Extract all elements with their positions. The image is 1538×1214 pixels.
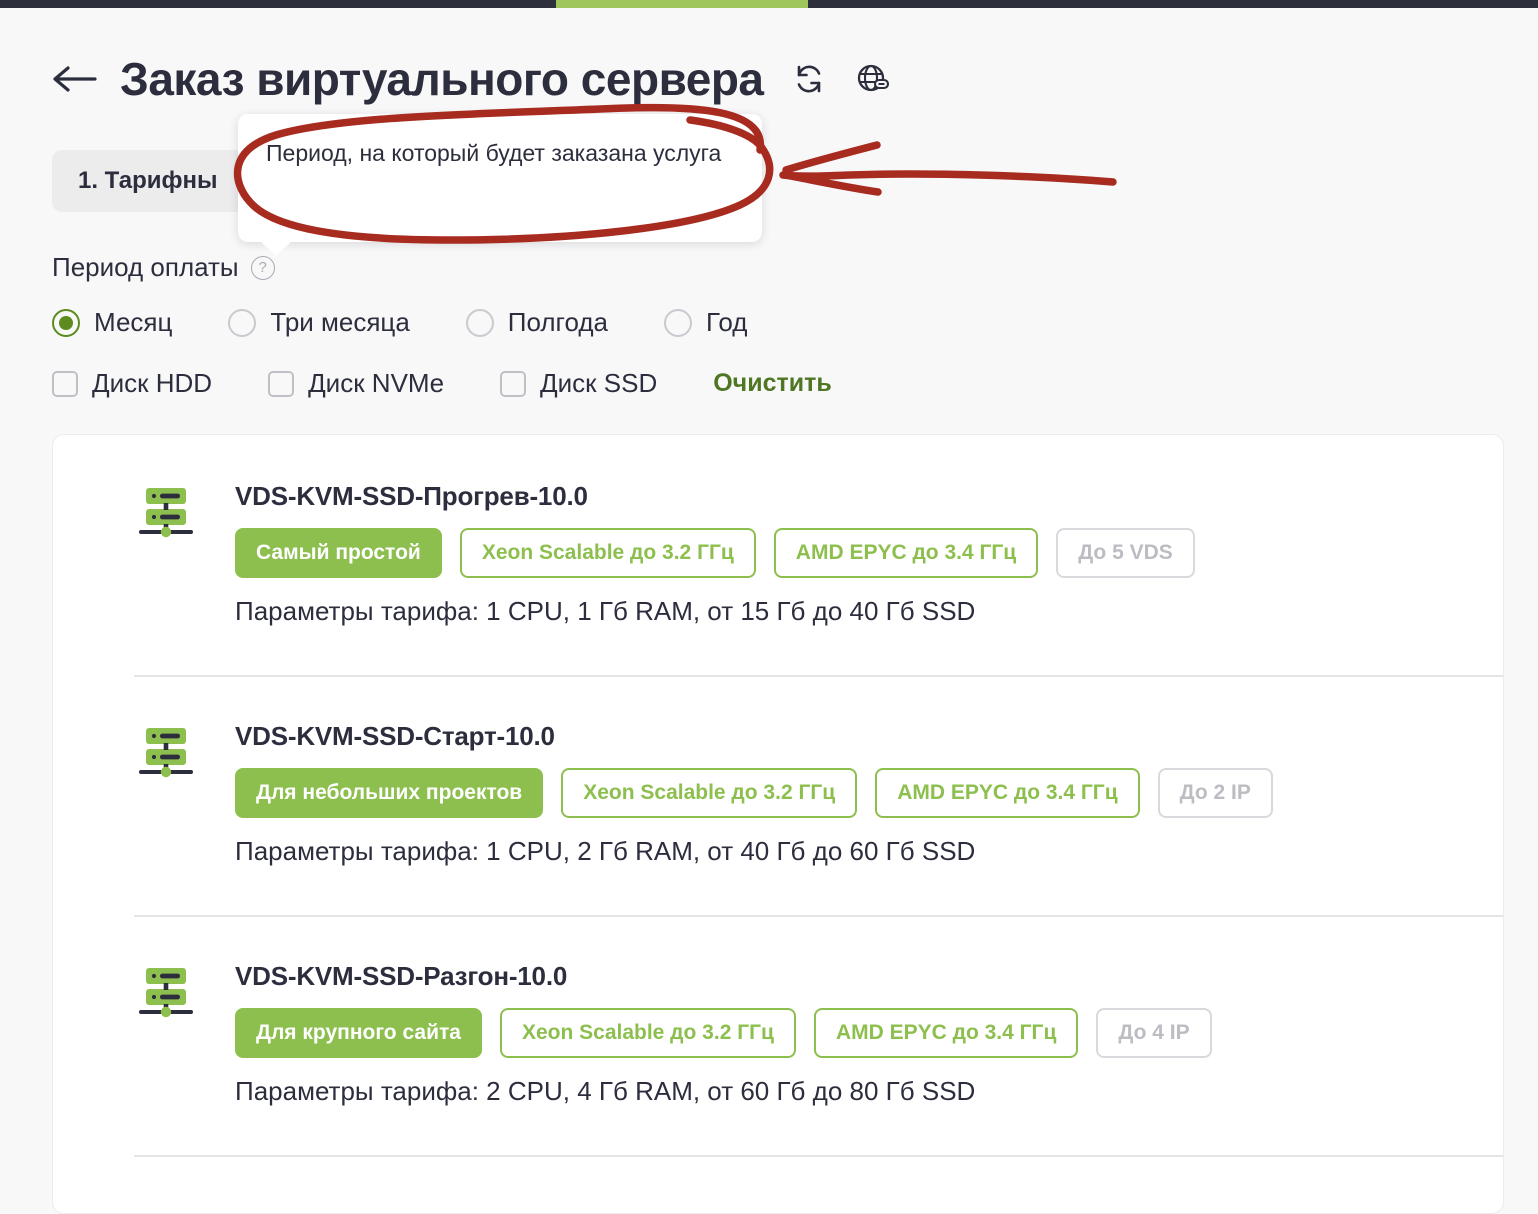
- server-icon: [139, 488, 193, 538]
- annotation-arrow-barb-lower: [781, 171, 882, 196]
- globe-link-icon[interactable]: [854, 60, 892, 98]
- checkbox-icon: [500, 370, 527, 397]
- annotation-arrow-barb-upper: [782, 141, 881, 174]
- tariff-params: Параметры тарифа: 2 CPU, 4 Гб RAM, от 60…: [235, 1076, 976, 1106]
- radio-label: Год: [705, 307, 748, 337]
- filters-section: Период оплаты ? Месяц Три месяца Полгода…: [52, 252, 1472, 399]
- page-header: Заказ виртуального сервера: [50, 52, 892, 106]
- tariff-params: Параметры тарифа: 1 CPU, 1 Гб RAM, от 15…: [235, 596, 976, 626]
- tariff-body: VDS-KVM-SSD-Старт-10.0 Для небольших про…: [235, 721, 1273, 867]
- radio-period-month[interactable]: Месяц: [52, 307, 172, 338]
- tariff-badge-limit: До 5 VDS: [1056, 528, 1195, 578]
- checkbox-label: Диск SSD: [540, 368, 658, 398]
- pay-period-label: Период оплаты: [52, 252, 239, 282]
- radio-period-year[interactable]: Год: [663, 307, 748, 338]
- radio-circle-icon: [663, 308, 692, 337]
- radio-circle-icon: [465, 308, 494, 337]
- pay-period-label-row: Период оплаты ?: [52, 252, 1472, 283]
- refresh-icon[interactable]: [790, 60, 828, 98]
- radio-circle-icon: [52, 308, 80, 337]
- pay-period-radio-group: Месяц Три месяца Полгода Год: [52, 307, 1472, 338]
- checkbox-label: Диск HDD: [92, 368, 213, 398]
- tariff-badge-limit: До 2 IP: [1157, 768, 1273, 818]
- page-title: Заказ виртуального сервера: [120, 53, 764, 105]
- tariff-name: VDS-KVM-SSD-Старт-10.0: [235, 721, 555, 751]
- radio-label: Три месяца: [270, 307, 410, 337]
- radio-circle-icon: [228, 308, 257, 337]
- tariff-badge-cpu-xeon: Xeon Scalable до 3.2 ГГц: [561, 768, 858, 818]
- progress-strip: [0, 0, 1538, 8]
- tariff-badge-cpu-xeon: Xeon Scalable до 3.2 ГГц: [499, 1008, 796, 1058]
- checkbox-label: Диск NVMe: [308, 368, 445, 398]
- server-icon: [139, 968, 193, 1018]
- checkbox-disk-ssd[interactable]: Диск SSD: [500, 368, 657, 399]
- radio-label: Полгода: [507, 307, 608, 337]
- help-icon[interactable]: ?: [250, 255, 275, 280]
- radio-period-three-months[interactable]: Три месяца: [228, 307, 410, 338]
- checkbox-disk-nvme[interactable]: Диск NVMe: [268, 368, 444, 399]
- tariff-badge-category: Для крупного сайта: [235, 1008, 482, 1058]
- tariff-badge-category: Для небольших проектов: [235, 768, 544, 818]
- tariff-badge-limit: До 4 IP: [1096, 1008, 1212, 1058]
- disk-filter-group: Диск HDD Диск NVMe Диск SSD Очистить: [52, 368, 1472, 399]
- annotation-arrow-shaft: [779, 170, 1117, 186]
- checkbox-icon: [52, 370, 78, 397]
- tariff-badge-cpu-xeon: Xeon Scalable до 3.2 ГГц: [459, 528, 756, 578]
- tariff-divider: [134, 1155, 1503, 1157]
- period-tooltip-text: Период, на который будет заказана услуга: [266, 140, 722, 166]
- tariff-badge-category: Самый простой: [235, 528, 442, 578]
- radio-period-half-year[interactable]: Полгода: [465, 307, 608, 338]
- tariff-row[interactable]: VDS-KVM-SSD-Прогрев-10.0 Самый простой X…: [53, 435, 1503, 675]
- checkbox-icon: [268, 370, 295, 397]
- tariff-badges: Для небольших проектов Xeon Scalable до …: [235, 768, 1273, 818]
- tariff-badges: Самый простой Xeon Scalable до 3.2 ГГц A…: [235, 528, 1195, 578]
- checkbox-disk-hdd[interactable]: Диск HDD: [52, 368, 212, 399]
- tariff-name: VDS-KVM-SSD-Прогрев-10.0: [235, 481, 588, 511]
- server-icon: [139, 728, 193, 778]
- tariff-badge-cpu-amd: AMD EPYC до 3.4 ГГц: [813, 1008, 1079, 1058]
- tariff-list-card: VDS-KVM-SSD-Прогрев-10.0 Самый простой X…: [52, 434, 1504, 1214]
- radio-label: Месяц: [94, 307, 173, 337]
- tariff-name: VDS-KVM-SSD-Разгон-10.0: [235, 961, 568, 991]
- progress-strip-active-segment: [556, 0, 808, 8]
- tariff-params: Параметры тарифа: 1 CPU, 2 Гб RAM, от 40…: [235, 836, 976, 866]
- tariff-badge-cpu-amd: AMD EPYC до 3.4 ГГц: [875, 768, 1140, 818]
- tariff-badges: Для крупного сайта Xeon Scalable до 3.2 …: [235, 1008, 1212, 1058]
- tariff-badge-cpu-amd: AMD EPYC до 3.4 ГГц: [773, 528, 1039, 578]
- tariff-body: VDS-KVM-SSD-Прогрев-10.0 Самый простой X…: [235, 481, 1195, 627]
- tariff-body: VDS-KVM-SSD-Разгон-10.0 Для крупного сай…: [235, 961, 1212, 1107]
- period-tooltip: Период, на который будет заказана услуга: [238, 114, 762, 256]
- tariff-row[interactable]: VDS-KVM-SSD-Разгон-10.0 Для крупного сай…: [53, 915, 1503, 1155]
- arrow-left-icon[interactable]: [50, 55, 98, 103]
- clear-filters-link[interactable]: Очистить: [713, 369, 831, 398]
- tariff-row[interactable]: VDS-KVM-SSD-Старт-10.0 Для небольших про…: [53, 675, 1503, 915]
- tooltip-tail: [260, 241, 292, 256]
